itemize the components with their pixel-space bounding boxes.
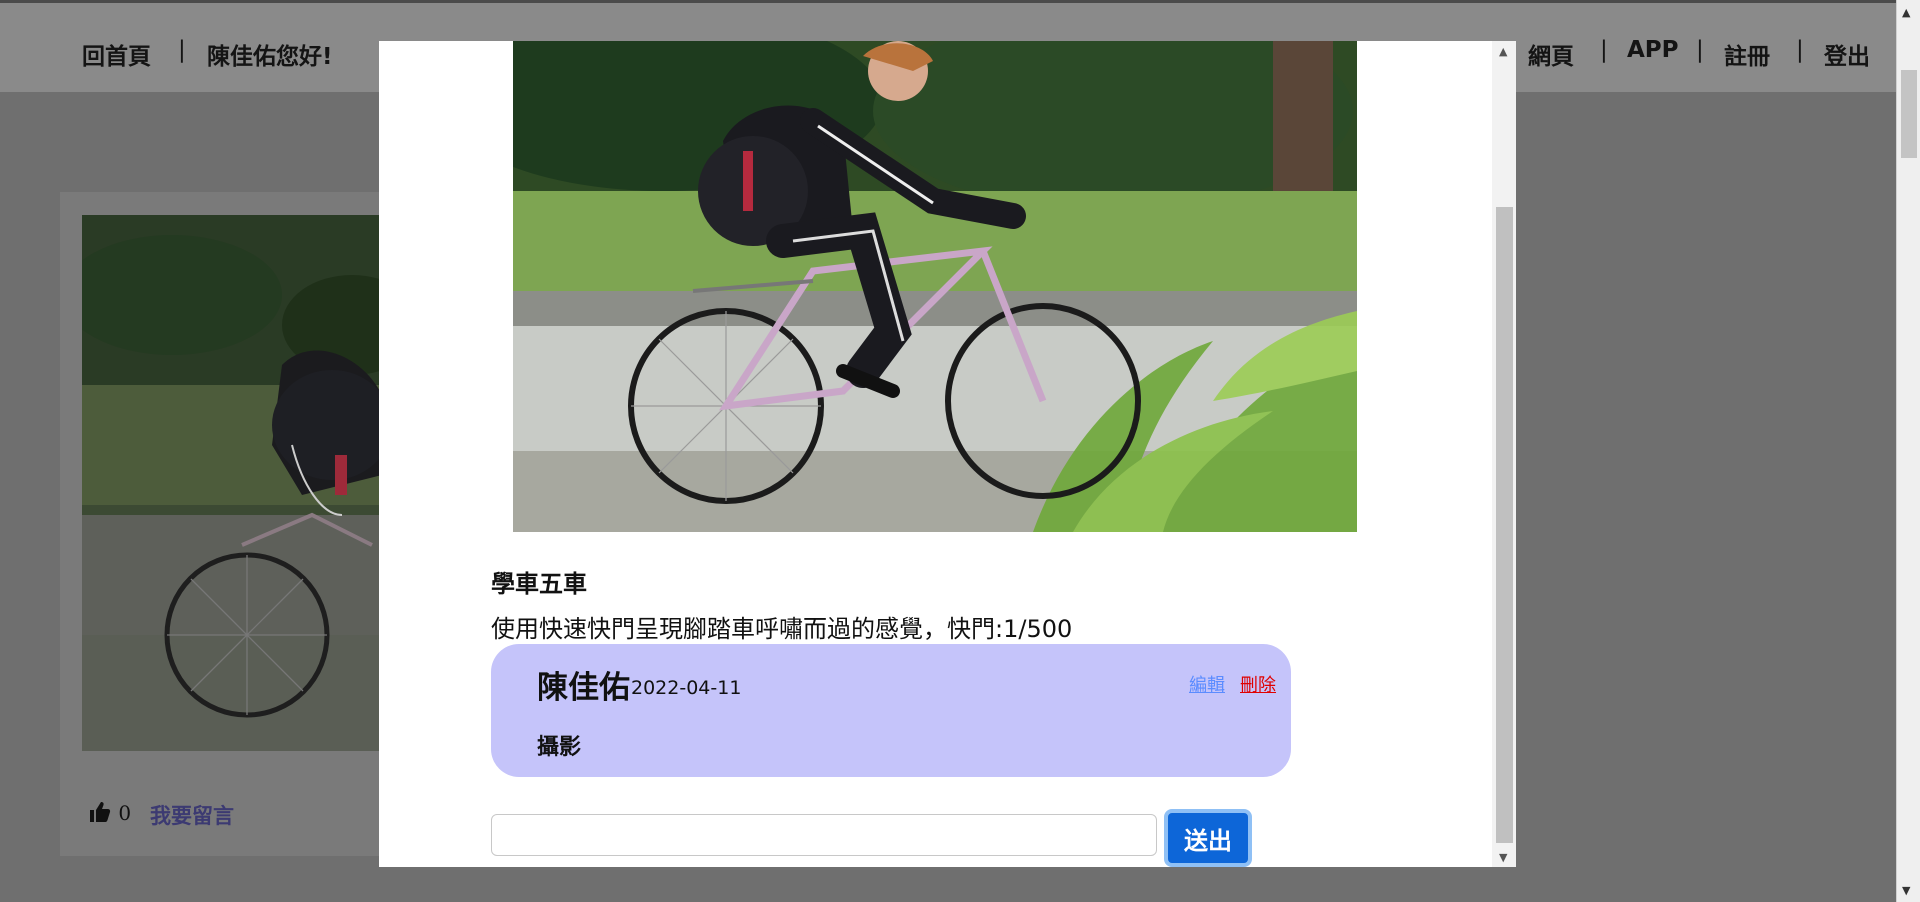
scroll-up-icon[interactable]: ▲ (1499, 45, 1507, 58)
thumbs-up-icon (88, 800, 112, 829)
nav-home-link[interactable]: 回首頁 (82, 37, 151, 71)
modal-scrollbar[interactable]: ▲ ▼ (1492, 41, 1516, 867)
post-card-photo[interactable] (82, 215, 402, 751)
comment-text: 攝影 (537, 735, 582, 760)
leave-comment-link[interactable]: 我要留言 (150, 800, 234, 830)
nav-item-register[interactable]: 註冊 (1724, 37, 1770, 71)
comment-author: 陳佳佑 (537, 670, 630, 706)
modal-scrollbar-thumb[interactable] (1496, 207, 1513, 843)
nav-separator: | (1796, 37, 1804, 63)
scroll-down-icon[interactable]: ▼ (1499, 851, 1507, 864)
comment-item: 陳佳佑 2022-04-11 編輯 刪除 攝影 (491, 644, 1291, 777)
comment-date: 2022-04-11 (631, 677, 742, 699)
page-scrollbar-thumb[interactable] (1901, 70, 1917, 158)
comment-input[interactable] (491, 814, 1157, 856)
nav-separator: | (1600, 37, 1608, 63)
nav-separator: | (1696, 37, 1704, 63)
delete-comment-link[interactable]: 刪除 (1240, 671, 1276, 697)
nav-item-app[interactable]: APP (1627, 37, 1679, 63)
nav-greeting: 陳佳佑您好! (207, 44, 333, 70)
scroll-up-icon[interactable]: ▲ (1902, 6, 1910, 19)
scroll-down-icon[interactable]: ▼ (1902, 884, 1910, 897)
edit-comment-link[interactable]: 編輯 (1189, 671, 1225, 697)
like-count: 0 (118, 801, 132, 825)
post-photo (513, 41, 1357, 532)
nav-item-logout[interactable]: 登出 (1824, 37, 1870, 71)
cyclist-photo (513, 41, 1357, 532)
send-comment-button[interactable]: 送出 (1164, 809, 1252, 867)
post-detail-modal: 學車五車 使用快速快門呈現腳踏車呼嘯而過的感覺，快門:1/500 陳佳佑 202… (379, 41, 1516, 867)
page-scrollbar[interactable]: ▲ ▼ (1896, 0, 1920, 902)
post-title: 學車五車 (491, 570, 587, 598)
cyclist-photo-thumbnail (82, 215, 402, 751)
like-counter[interactable]: 0 (88, 800, 131, 829)
nav-item-web[interactable]: 網頁 (1528, 37, 1574, 71)
nav-separator: | (178, 37, 186, 63)
post-description: 使用快速快門呈現腳踏車呼嘯而過的感覺，快門:1/500 (491, 615, 1073, 643)
post-card: 0 我要留言 (60, 192, 402, 856)
